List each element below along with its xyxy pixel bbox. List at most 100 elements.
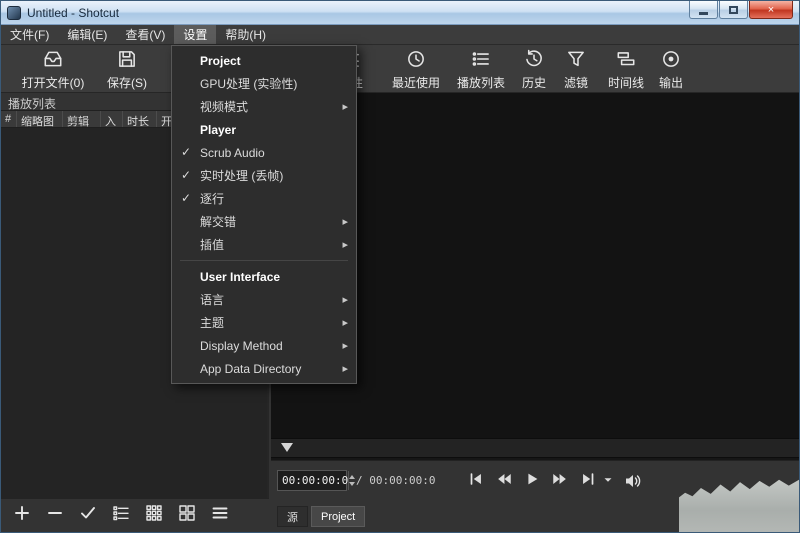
menu-item-label: Player — [200, 123, 236, 137]
menu-separator — [180, 260, 348, 261]
toolbar-button-label: 时间线 — [608, 74, 644, 91]
submenu-arrow-icon: ▸ — [342, 293, 348, 306]
view-tiles-button[interactable] — [175, 504, 199, 528]
check-icon: ✓ — [181, 145, 191, 159]
rewind-button[interactable] — [492, 470, 516, 492]
menu-item-label: 视频模式 — [200, 98, 248, 115]
settings-menu-item-13[interactable]: Display Method ▸ — [172, 334, 356, 357]
duration-separator: / — [356, 474, 363, 487]
window-controls: × — [688, 1, 793, 19]
menubar-item-0[interactable]: 文件(F) — [1, 25, 58, 44]
toolbar-button-save[interactable]: 保存(S) — [97, 48, 157, 91]
settings-menu-item-12[interactable]: 主题 ▸ — [172, 311, 356, 334]
submenu-arrow-icon: ▸ — [342, 362, 348, 375]
toolbar-button-label: 播放列表 — [457, 74, 505, 91]
toolbar-button-playlist[interactable]: 播放列表 — [450, 48, 512, 91]
settings-menu-item-14[interactable]: App Data Directory ▸ — [172, 357, 356, 380]
column-header-0[interactable]: # — [1, 111, 17, 127]
submenu-arrow-icon: ▸ — [342, 215, 348, 228]
settings-menu-item-11[interactable]: 语言▸ — [172, 288, 356, 311]
window-title: Untitled - Shotcut — [27, 6, 119, 20]
close-button[interactable]: × — [749, 1, 793, 19]
settings-menu-item-1[interactable]: GPU处理 (实验性) — [172, 72, 356, 95]
save-icon — [116, 48, 138, 74]
menu-item-label: 解交错 — [200, 213, 236, 230]
settings-menu-item-4[interactable]: ✓ Scrub Audio — [172, 141, 356, 164]
toolbar-button-export[interactable]: 输出 — [651, 48, 691, 91]
settings-menu-item-2[interactable]: 视频模式 ▸ — [172, 95, 356, 118]
minimize-button[interactable] — [689, 1, 718, 19]
close-icon: × — [768, 4, 774, 16]
menu-item-label: App Data Directory — [200, 362, 301, 376]
toolbar-button-label: 输出 — [659, 74, 683, 91]
volume-button[interactable] — [623, 471, 643, 496]
tab-源[interactable]: 源 — [277, 506, 308, 527]
submenu-arrow-icon: ▸ — [342, 339, 348, 352]
view-details-button[interactable] — [109, 504, 133, 528]
view-icons-button[interactable] — [142, 504, 166, 528]
maximize-button[interactable] — [719, 1, 748, 19]
menu-item-label: User Interface — [200, 270, 280, 284]
tab-project[interactable]: Project — [311, 506, 365, 527]
view-details-icon — [111, 503, 131, 528]
player-options-dropdown[interactable] — [601, 473, 615, 492]
toolbar-button-recent[interactable]: 最近使用 — [385, 48, 447, 91]
playhead-icon[interactable] — [281, 443, 293, 452]
add-button[interactable] — [10, 504, 34, 528]
menubar-item-2[interactable]: 查看(V) — [116, 25, 174, 44]
toolbar-button-label: 最近使用 — [392, 74, 440, 91]
skip-to-end-button[interactable] — [576, 470, 600, 492]
menubar-item-3[interactable]: 设置 — [174, 25, 216, 44]
history-icon — [523, 48, 545, 74]
playlist-toolbar — [1, 498, 269, 532]
settings-menu-item-6[interactable]: ✓ 逐行 — [172, 187, 356, 210]
column-header-4[interactable]: 时长 — [123, 111, 157, 127]
submenu-arrow-icon: ▸ — [342, 238, 348, 251]
rewind-icon — [495, 470, 513, 493]
column-header-3[interactable]: 入 — [101, 111, 123, 127]
fast-forward-button[interactable] — [548, 470, 572, 492]
fast-forward-icon — [551, 470, 569, 493]
menu-item-label: 逐行 — [200, 190, 224, 207]
spin-up-icon[interactable] — [349, 475, 355, 479]
menu-item-label: 实时处理 (丢帧) — [200, 167, 283, 184]
submenu-arrow-icon: ▸ — [342, 316, 348, 329]
scrubber-bar[interactable] — [271, 438, 799, 458]
timecode-spinbox[interactable]: 00:00:00:0 — [277, 470, 347, 491]
menubar-item-4[interactable]: 帮助(H) — [216, 25, 275, 44]
playlist-icon — [470, 48, 492, 74]
current-position[interactable]: 00:00:00:0 — [278, 474, 348, 487]
toolbar-button-open-file[interactable]: 打开文件(0) — [9, 48, 97, 91]
minimize-icon — [699, 12, 708, 15]
column-header-2[interactable]: 剪辑 — [63, 111, 101, 127]
remove-button[interactable] — [43, 504, 67, 528]
playlist-menu-button[interactable] — [208, 504, 232, 528]
settings-menu-item-5[interactable]: ✓实时处理 (丢帧) — [172, 164, 356, 187]
toolbar-button-filters[interactable]: 滤镜 — [556, 48, 596, 91]
play-button[interactable] — [520, 470, 544, 492]
spin-down-icon[interactable] — [349, 482, 355, 486]
timecode-spinner[interactable] — [348, 471, 355, 490]
export-icon — [660, 48, 682, 74]
skip-start-icon — [467, 470, 485, 493]
settings-menu-item-7[interactable]: 解交错 ▸ — [172, 210, 356, 233]
settings-menu-item-8[interactable]: 插值 ▸ — [172, 233, 356, 256]
skip-to-start-button[interactable] — [464, 470, 488, 492]
toolbar-button-history[interactable]: 历史 — [514, 48, 554, 91]
plus-icon — [12, 503, 32, 528]
update-button[interactable] — [76, 504, 100, 528]
menubar-item-1[interactable]: 编辑(E) — [58, 25, 116, 44]
menu-item-label: Scrub Audio — [200, 146, 265, 160]
menu-item-label: 主题 — [200, 314, 224, 331]
app-icon — [7, 6, 21, 20]
column-header-1[interactable]: 缩略图 — [17, 111, 63, 127]
submenu-arrow-icon: ▸ — [342, 100, 348, 113]
menu-item-label: 插值 — [200, 236, 224, 253]
toolbar-button-timeline[interactable]: 时间线 — [599, 48, 653, 91]
menu-item-label: Display Method — [200, 339, 283, 353]
duration-value: 00:00:00:0 — [369, 474, 435, 487]
skip-end-icon — [579, 470, 597, 493]
check-icon: ✓ — [181, 191, 191, 205]
settings-menu-item-10: User Interface — [172, 265, 356, 288]
toolbar-button-label: 保存(S) — [107, 74, 147, 91]
